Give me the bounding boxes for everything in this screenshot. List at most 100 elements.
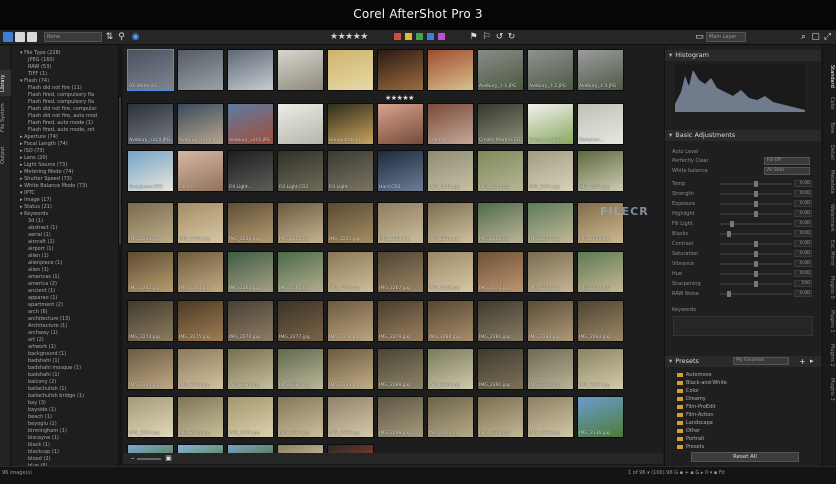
photo-thumbnail[interactable]: IMG_2297.jpg xyxy=(277,396,324,438)
photo-thumbnail[interactable]: IMG_2263.jpg xyxy=(227,251,274,293)
photo-thumbnail[interactable] xyxy=(327,49,374,91)
tree-item[interactable]: ▸ Light Source (73) xyxy=(20,162,67,169)
photo-thumbnail[interactable]: IMG_2248.jpg xyxy=(127,202,174,244)
photo-thumbnail[interactable]: DaisyLov... xyxy=(577,103,624,145)
tree-item[interactable]: aerial (1) xyxy=(28,232,51,239)
tree-item[interactable]: badshahi (1) xyxy=(28,372,59,379)
tree-item[interactable]: bayside (1) xyxy=(28,407,56,414)
tree-item[interactable]: Flash fired, auto mode, ret xyxy=(28,127,94,134)
tree-item[interactable]: alien (1) xyxy=(28,267,49,274)
tree-item[interactable]: alienpiece (1) xyxy=(28,260,62,267)
photo-thumbnail[interactable]: Fill Light... xyxy=(327,150,374,192)
adjustment-value[interactable]: 100 xyxy=(794,280,812,287)
photo-thumbnail[interactable]: IMG_2264.jpg xyxy=(177,251,224,293)
layer-select[interactable]: Main Layer xyxy=(706,32,746,42)
adjustment-slider-knob[interactable] xyxy=(730,221,735,227)
adjustment-value[interactable]: 0.00 xyxy=(794,200,812,207)
adjustment-value[interactable]: 0.00 xyxy=(794,240,812,247)
tree-item[interactable]: ▸ Shutter Speed (73) xyxy=(20,176,72,183)
adjustment-slider-track[interactable] xyxy=(720,233,792,235)
photo-thumbnail[interactable]: IMG_2244.jpg xyxy=(477,150,524,192)
tree-item[interactable]: RAW (53) xyxy=(28,64,51,71)
photo-thumbnail[interactable]: IMG_2285.jpg xyxy=(177,348,224,390)
keywords-input[interactable] xyxy=(673,316,813,336)
photo-thumbnail[interactable]: IMG_2278.jpg xyxy=(327,300,374,342)
right-tab[interactable]: Color xyxy=(825,96,835,112)
photo-thumbnail[interactable]: Avebury_.ud.6.JPG xyxy=(227,103,274,145)
photo-thumbnail[interactable]: IMG_2336.jpg xyxy=(577,396,624,438)
photo-thumbnail[interactable]: IMG_2287.jpg xyxy=(277,348,324,390)
grid-view-button[interactable] xyxy=(3,32,13,42)
color-label-swatch[interactable] xyxy=(405,33,412,40)
photo-thumbnail[interactable]: IMG_2266.jpg xyxy=(327,251,374,293)
adjustment-slider-knob[interactable] xyxy=(754,261,758,267)
adjustment-value[interactable]: 0.00 xyxy=(794,220,812,227)
photo-thumbnail[interactable]: IMG_2289.jpg xyxy=(377,348,424,390)
photo-thumbnail[interactable]: IMG_2274.jpg xyxy=(127,300,174,342)
presets-select[interactable]: My Favorites xyxy=(733,357,789,365)
presets-header[interactable]: ▾ Presets My Favorites + ▸ xyxy=(665,356,821,367)
photo-thumbnail[interactable]: Celebra... xyxy=(427,103,474,145)
histogram-header[interactable]: ▾ Histogram xyxy=(665,50,821,61)
tab-library[interactable]: Library xyxy=(0,70,11,96)
adjustment-value[interactable]: 0.00 xyxy=(794,190,812,197)
photo-thumbnail[interactable] xyxy=(277,103,324,145)
adjustment-value[interactable]: 0.00 xyxy=(794,290,812,297)
photo-thumbnail[interactable]: IMG_2262.jpg xyxy=(127,251,174,293)
thumb-size-slider[interactable] xyxy=(137,458,161,460)
tree-item[interactable]: ▸ Lens (20) xyxy=(20,155,48,162)
tree-item[interactable]: Architecture (1) xyxy=(28,323,67,330)
tree-item[interactable]: beyoglu (1) xyxy=(28,421,57,428)
adjustment-value[interactable]: 0.00 xyxy=(794,180,812,187)
photo-thumbnail[interactable]: IMG_2252.jpg xyxy=(327,202,374,244)
adjustment-slider-knob[interactable] xyxy=(754,181,758,187)
right-tab[interactable]: Plugins 0 xyxy=(825,274,835,300)
tree-item[interactable]: abstract (1) xyxy=(28,225,57,232)
photo-thumbnail[interactable] xyxy=(427,49,474,91)
tree-item[interactable]: Flash fired, compulsory fla xyxy=(28,92,94,99)
photo-thumbnail[interactable]: IMG_2295.jpg xyxy=(177,396,224,438)
split-view-button[interactable] xyxy=(15,32,25,42)
tab-output[interactable]: Output xyxy=(0,142,11,168)
photo-thumbnail[interactable]: IMG_2283.jpg xyxy=(577,300,624,342)
tree-item[interactable]: ▾ IPTC xyxy=(20,190,35,197)
photo-thumbnail[interactable]: Avebury_.ud.4.JPG xyxy=(127,103,174,145)
tree-item[interactable]: blood (2) xyxy=(28,456,51,463)
adjustment-value[interactable]: 0.00 xyxy=(794,270,812,277)
photo-thumbnail[interactable]: IMG_2268.jpg xyxy=(427,251,474,293)
tree-item[interactable]: JPEG (160) xyxy=(28,57,55,64)
tree-item[interactable]: ballachulish (1) xyxy=(28,386,66,393)
right-tab[interactable]: Plugins 1 xyxy=(825,308,835,334)
photo-thumbnail[interactable]: IMG_2257.jpg xyxy=(527,202,574,244)
preset-folder[interactable]: Landscape xyxy=(677,420,713,427)
tree-item[interactable]: airport (1) xyxy=(28,246,53,253)
photo-thumbnail[interactable]: IMG_2300.jpg xyxy=(427,396,474,438)
reject-flag-icon[interactable]: ⚐ xyxy=(481,31,492,43)
tree-scrollbar[interactable] xyxy=(118,46,122,466)
adjustment-slider-knob[interactable] xyxy=(726,291,731,297)
color-label-swatch[interactable] xyxy=(394,33,401,40)
color-label-swatch[interactable] xyxy=(427,33,434,40)
right-tab[interactable]: Metadata xyxy=(825,168,835,196)
photo-thumbnail[interactable]: IMG_2267.jpg xyxy=(377,251,424,293)
preset-folder[interactable]: Film-ProEdit xyxy=(677,404,716,411)
tree-item[interactable]: Flash fired, auto mode (1) xyxy=(28,120,93,127)
photo-thumbnail[interactable]: IMG_2247.jpg xyxy=(577,150,624,192)
tree-item[interactable]: biscayne (1) xyxy=(28,435,59,442)
photo-thumbnail[interactable]: IMG_2255.jpg xyxy=(427,202,474,244)
tree-item[interactable]: Flash did not fire, auto mod xyxy=(28,113,97,120)
photo-thumbnail[interactable]: IMG_2242.jpg xyxy=(427,150,474,192)
tree-item[interactable]: 3d (1) xyxy=(28,218,43,225)
adjustment-slider-knob[interactable] xyxy=(754,241,758,247)
tree-item[interactable]: Flash fired, compulsory fla xyxy=(28,99,94,106)
tree-item[interactable]: blackcap (1) xyxy=(28,449,59,456)
filter-funnel-icon[interactable]: ⚲ xyxy=(116,31,127,43)
zoom-icon[interactable]: ▢ xyxy=(810,31,821,43)
tree-item[interactable]: birmingham (1) xyxy=(28,428,67,435)
tree-item[interactable]: badshahi (1) xyxy=(28,358,59,365)
photo-thumbnail[interactable] xyxy=(377,49,424,91)
adjustment-slider-knob[interactable] xyxy=(754,281,758,287)
adjustment-value[interactable]: 0.00 xyxy=(794,230,812,237)
layer-icon[interactable]: ▭ xyxy=(694,31,705,43)
right-tab[interactable]: Plugins 2 xyxy=(825,342,835,368)
